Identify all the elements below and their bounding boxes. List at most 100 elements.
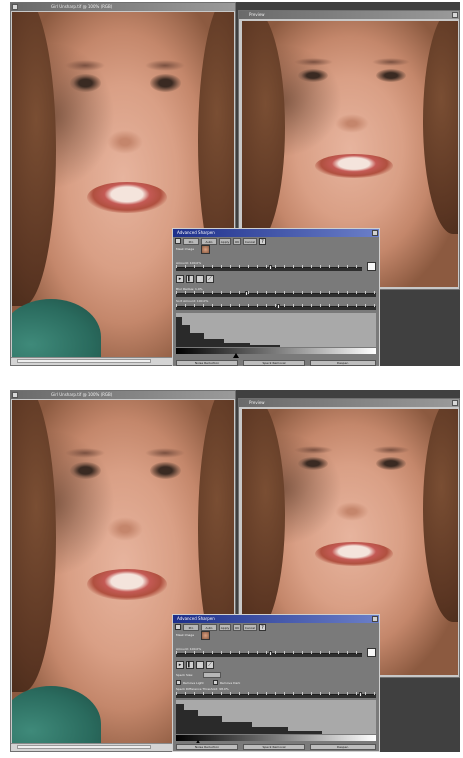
dialog-close-button[interactable] <box>372 616 378 622</box>
eyedropper-icon[interactable]: ⟋ <box>206 661 214 669</box>
arrow-tool-icon[interactable]: ▸ <box>176 661 184 669</box>
color-swatch[interactable] <box>367 648 376 657</box>
hair-left <box>242 409 286 636</box>
window-menu-button[interactable] <box>12 392 18 398</box>
eye-left <box>69 461 101 480</box>
speck-removal-button[interactable]: Speck Removal <box>243 744 305 750</box>
dialog-title: Advanced Sharpen <box>177 616 215 621</box>
advanced-sharpen-dialog: Advanced Sharpen Pro Auto Apply OK Cance… <box>172 614 380 752</box>
brush-tool-icon[interactable]: ▍ <box>186 275 194 283</box>
arrow-tool-icon[interactable]: ▸ <box>176 275 184 283</box>
auto-button[interactable]: Auto <box>201 624 217 631</box>
speck-size-label: Speck Size: <box>176 673 194 677</box>
dialog-button-row: Noise Reduction Speck Removal Despec. <box>173 359 379 366</box>
nose <box>107 129 143 154</box>
scrollbar-thumb[interactable] <box>17 745 152 749</box>
mouth <box>315 542 394 566</box>
histogram-area <box>288 731 322 734</box>
histogram-area <box>176 704 184 734</box>
window-titlebar[interactable] <box>239 399 459 407</box>
dialog-close-button[interactable] <box>372 230 378 236</box>
histogram-area <box>184 710 198 734</box>
histogram-area <box>204 339 224 347</box>
histogram-area <box>190 333 204 347</box>
nose <box>334 502 370 521</box>
window-close-button[interactable] <box>452 12 458 18</box>
histogram <box>176 700 376 734</box>
remove-dark-checkbox[interactable] <box>213 680 218 685</box>
apply-button[interactable]: Apply <box>219 238 231 245</box>
nose <box>107 516 143 542</box>
help-icon[interactable]: ? <box>259 624 266 631</box>
hair-right <box>423 21 458 234</box>
dialog-titlebar[interactable]: Advanced Sharpen <box>173 229 379 237</box>
scrollbar-thumb[interactable] <box>17 359 152 363</box>
brow-right <box>145 448 186 459</box>
ok-button[interactable]: OK <box>233 624 241 631</box>
window-titlebar[interactable] <box>11 391 235 399</box>
cancel-button[interactable]: Cancel <box>243 624 257 631</box>
pro-button[interactable]: Pro <box>183 238 199 245</box>
mouth <box>87 568 168 600</box>
ok-button[interactable]: OK <box>233 238 241 245</box>
advanced-sharpen-dialog: Advanced Sharpen Pro Auto Apply OK Cance… <box>172 228 380 366</box>
speck-removal-button[interactable]: Speck Removal <box>243 360 305 366</box>
nose <box>334 114 370 133</box>
eye-right <box>375 68 407 83</box>
speck-threshold-slider-knob[interactable] <box>359 692 362 697</box>
apply-button[interactable]: Apply <box>219 624 231 631</box>
brow-right <box>371 446 411 455</box>
preview-toggle-icon[interactable] <box>175 238 181 244</box>
eraser-tool-icon[interactable] <box>196 661 204 669</box>
speck-threshold-ticks <box>176 692 376 695</box>
gradient-marker-icon[interactable] <box>233 353 239 358</box>
eye-left <box>298 68 329 83</box>
tonal-gradient-bar <box>176 348 376 354</box>
mouth <box>87 181 168 213</box>
mask-image-label: Mask Image <box>176 633 195 637</box>
remove-light-label: Remove Light <box>183 681 204 685</box>
window-menu-button[interactable] <box>12 4 18 10</box>
mouth <box>315 154 394 178</box>
despec-button[interactable]: Despec. <box>310 360 376 366</box>
brow-right <box>145 60 186 71</box>
remove-light-checkbox[interactable] <box>176 680 181 685</box>
sort-amount-label: Sort Amount: 100.0% <box>176 299 209 303</box>
window-close-button[interactable] <box>452 400 458 406</box>
mask-image-thumbnail[interactable] <box>201 631 210 640</box>
cancel-button[interactable]: Cancel <box>243 238 257 245</box>
mask-image-label: Mask Image <box>176 247 195 251</box>
auto-button[interactable]: Auto <box>201 238 217 245</box>
histogram-area <box>198 716 222 734</box>
window-titlebar[interactable] <box>11 3 235 11</box>
eye-right <box>375 456 407 471</box>
color-swatch[interactable] <box>367 262 376 271</box>
hair-left <box>242 21 286 248</box>
blur-radius-slider-knob[interactable] <box>245 291 248 296</box>
brow-left <box>293 58 333 67</box>
dialog-titlebar[interactable]: Advanced Sharpen <box>173 615 379 623</box>
preview-toggle-icon[interactable] <box>175 624 181 630</box>
histogram-area <box>224 343 250 347</box>
amount-slider-knob[interactable] <box>269 651 272 656</box>
pro-button[interactable]: Pro <box>183 624 199 631</box>
noise-reduction-button[interactable]: Noise Reduction <box>176 744 238 750</box>
histogram <box>176 313 376 347</box>
amount-slider-knob[interactable] <box>269 265 272 270</box>
dialog-title: Advanced Sharpen <box>177 230 215 235</box>
help-icon[interactable]: ? <box>259 238 266 245</box>
window-titlebar[interactable] <box>239 11 459 19</box>
sort-amount-slider-knob[interactable] <box>277 304 280 309</box>
eye-left <box>298 456 329 471</box>
speck-size-select[interactable] <box>203 672 221 678</box>
shirt <box>12 299 101 358</box>
eyedropper-icon[interactable]: ⟋ <box>206 275 214 283</box>
dialog-button-row: Noise Reduction Speck Removal Despec. <box>173 743 379 751</box>
eraser-tool-icon[interactable] <box>196 275 204 283</box>
window-title: Girl Unsharp.tif @ 100% (RGB) <box>51 4 113 9</box>
mask-image-thumbnail[interactable] <box>201 245 210 254</box>
despec-button[interactable]: Despec. <box>310 744 376 750</box>
brush-tool-icon[interactable]: ▍ <box>186 661 194 669</box>
noise-reduction-button[interactable]: Noise Reduction <box>176 360 238 366</box>
window-title: Preview <box>249 400 265 405</box>
